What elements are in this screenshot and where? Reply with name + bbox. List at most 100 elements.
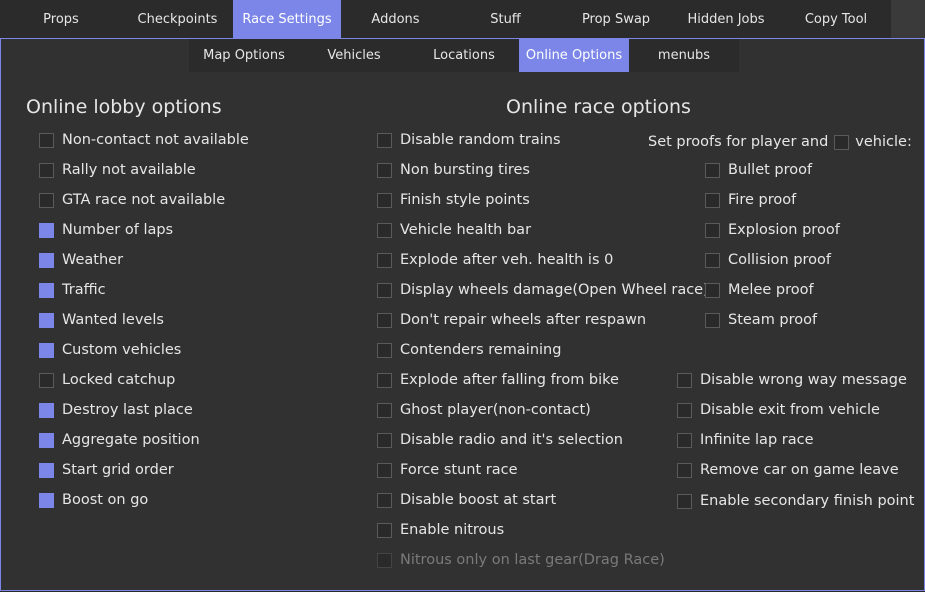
race-option[interactable]: Display wheels damage(Open Wheel race) [377,280,709,300]
checkbox[interactable] [377,372,392,388]
race-option[interactable]: Non bursting tires [377,160,530,180]
checkbox[interactable] [377,462,392,478]
race-option[interactable]: Disable boost at start [377,490,556,510]
lobby-option[interactable]: Rally not available [39,160,196,180]
checkbox[interactable] [377,312,392,328]
tab-prop-swap[interactable]: Prop Swap [561,0,671,38]
lobby-option[interactable]: Locked catchup [39,370,175,390]
checkbox[interactable] [705,222,720,238]
lobby-option[interactable]: Number of laps [39,220,173,240]
tab-stuff[interactable]: Stuff [450,0,561,38]
checkbox[interactable] [677,432,692,448]
option-label: Collision proof [728,252,832,268]
race-option[interactable]: Explode after falling from bike [377,370,619,390]
option-label: Explode after falling from bike [400,372,619,388]
extra-option[interactable]: Infinite lap race [677,430,814,450]
checkbox[interactable] [39,312,54,328]
subtab-map-options[interactable]: Map Options [189,39,299,72]
tab-bar-end [891,0,925,38]
tab-props[interactable]: Props [0,0,122,38]
proof-option[interactable]: Bullet proof [705,160,812,180]
checkbox[interactable] [377,432,392,448]
race-option[interactable]: Enable nitrous [377,520,504,540]
race-option[interactable]: Vehicle health bar [377,220,531,240]
option-label: GTA race not available [62,192,226,208]
race-option[interactable]: Finish style points [377,190,530,210]
option-label: Explode after veh. health is 0 [400,252,614,268]
race-option[interactable]: Explode after veh. health is 0 [377,250,613,270]
proof-option[interactable]: Explosion proof [705,220,840,240]
checkbox[interactable] [39,222,54,238]
checkbox[interactable] [377,132,392,148]
extra-option[interactable]: Disable exit from vehicle [677,400,880,420]
lobby-option[interactable]: Non-contact not available [39,130,249,150]
lobby-option[interactable]: Aggregate position [39,430,200,450]
checkbox[interactable] [377,162,392,178]
checkbox[interactable] [677,402,692,418]
subtab-locations[interactable]: Locations [409,39,519,72]
lobby-option[interactable]: Weather [39,250,123,270]
checkbox[interactable] [39,492,54,508]
race-option[interactable]: Force stunt race [377,460,518,480]
proof-option[interactable]: Collision proof [705,250,831,270]
subtab-menubs[interactable]: menubs [629,39,739,72]
race-option[interactable]: Disable radio and it's selection [377,430,623,450]
checkbox[interactable] [39,402,54,418]
lobby-option[interactable]: Wanted levels [39,310,164,330]
extra-option[interactable]: Enable secondary finish point [677,491,914,511]
checkbox[interactable] [39,162,54,178]
extra-option[interactable]: Remove car on game leave [677,460,899,480]
checkbox[interactable] [705,192,720,208]
option-label: Rally not available [62,162,196,178]
checkbox[interactable] [705,312,720,328]
checkbox[interactable] [39,372,54,388]
lobby-option[interactable]: Custom vehicles [39,340,181,360]
lobby-option[interactable]: Destroy last place [39,400,193,420]
tab-race-settings[interactable]: Race Settings [233,0,341,38]
checkbox[interactable] [39,132,54,148]
checkbox[interactable] [377,222,392,238]
checkbox[interactable] [39,432,54,448]
checkbox[interactable] [677,462,692,478]
extra-option[interactable]: Disable wrong way message [677,370,907,390]
checkbox[interactable] [377,522,392,538]
proof-option[interactable]: Melee proof [705,280,814,300]
checkbox[interactable] [39,282,54,298]
checkbox [377,552,392,568]
lobby-option[interactable]: GTA race not available [39,190,225,210]
checkbox[interactable] [39,252,54,268]
lobby-option[interactable]: Start grid order [39,460,174,480]
checkbox[interactable] [705,252,720,268]
checkbox[interactable] [377,282,392,298]
tab-hidden-jobs[interactable]: Hidden Jobs [671,0,781,38]
tab-copy-tool[interactable]: Copy Tool [781,0,891,38]
subtab-vehicles[interactable]: Vehicles [299,39,409,72]
checkbox[interactable] [39,192,54,208]
option-label: Contenders remaining [400,342,562,358]
checkbox[interactable] [677,372,692,388]
proof-option[interactable]: Fire proof [705,190,796,210]
race-option[interactable]: Contenders remaining [377,340,561,360]
checkbox[interactable] [39,462,54,478]
race-option[interactable]: Ghost player(non-contact) [377,400,591,420]
race-option[interactable]: Disable random trains [377,130,561,150]
checkbox[interactable] [377,402,392,418]
lobby-option[interactable]: Boost on go [39,490,148,510]
checkbox[interactable] [377,492,392,508]
lobby-option[interactable]: Traffic [39,280,106,300]
tab-addons[interactable]: Addons [341,0,450,38]
checkbox[interactable] [377,192,392,208]
tab-checkpoints[interactable]: Checkpoints [122,0,233,38]
vehicle-proofs-checkbox[interactable] [834,134,850,150]
option-label: Disable random trains [400,132,561,148]
checkbox[interactable] [377,342,392,358]
checkbox[interactable] [705,282,720,298]
subtab-online-options[interactable]: Online Options [519,39,629,72]
proof-option[interactable]: Steam proof [705,310,817,330]
checkbox[interactable] [377,252,392,268]
checkbox[interactable] [705,162,720,178]
race-option[interactable]: Don't repair wheels after respawn [377,310,646,330]
checkbox[interactable] [39,342,54,358]
checkbox[interactable] [677,493,692,509]
option-label: Non-contact not available [62,132,249,148]
